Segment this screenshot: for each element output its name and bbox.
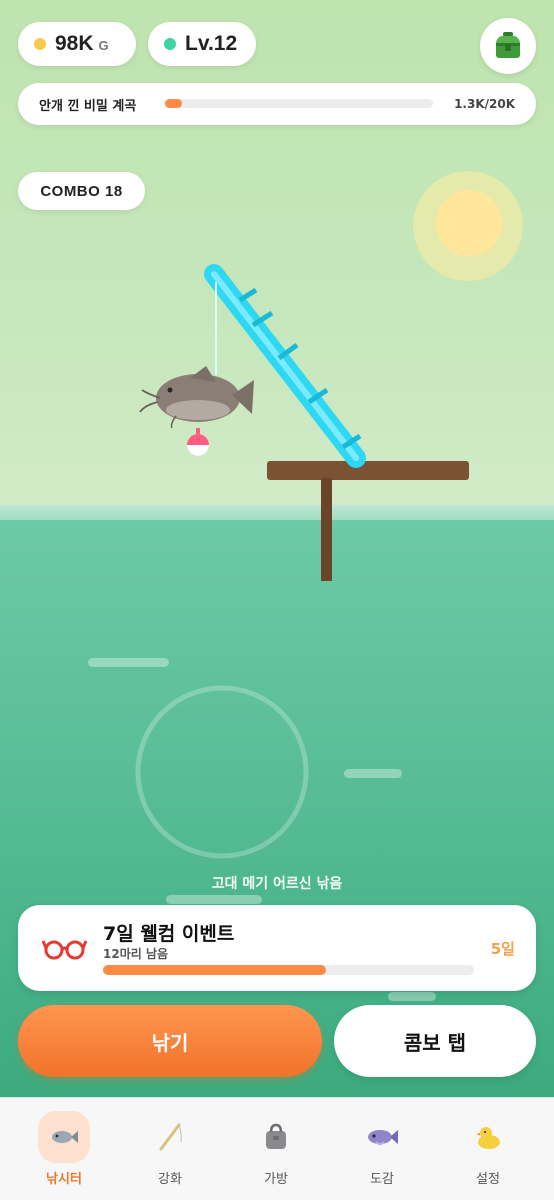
duck-icon — [476, 1127, 500, 1149]
fishing-rod-icon — [159, 1123, 182, 1151]
nav-label: 도감 — [370, 1172, 394, 1187]
event-progress-track — [103, 965, 474, 975]
encyclopedia-fish-icon — [368, 1130, 398, 1145]
water-ripple — [388, 992, 436, 1001]
event-progress-fill — [103, 965, 326, 975]
nav-item-encyclopedia[interactable]: 도감 — [327, 1098, 437, 1200]
nav-label: 낚시터 — [46, 1172, 82, 1187]
nav-label: 가방 — [264, 1172, 288, 1187]
event-subtitle: 12마리 남음 — [103, 947, 169, 961]
nav-item-bag[interactable]: 가방 — [221, 1098, 331, 1200]
nav-item-fishing-spot[interactable]: 낚시터 — [9, 1098, 119, 1200]
combo-tap-button[interactable]: 콤보 탭 — [334, 1005, 536, 1077]
nav-label: 설정 — [476, 1172, 500, 1187]
fish-button[interactable]: 낚기 — [18, 1005, 322, 1077]
cast-target-ring — [135, 685, 309, 859]
event-card[interactable]: 7일 웰컴 이벤트 12마리 남음 5일 — [18, 905, 536, 991]
event-days-left: 5일 — [490, 940, 515, 958]
event-title: 7일 웰컴 이벤트 — [103, 923, 235, 945]
bottom-nav: 낚시터 강화 가방 도감 설정 — [0, 1097, 554, 1200]
nav-item-upgrade[interactable]: 강화 — [115, 1098, 225, 1200]
nav-label: 강화 — [158, 1172, 182, 1187]
fish-icon — [52, 1131, 78, 1143]
nav-item-settings[interactable]: 설정 — [433, 1098, 543, 1200]
bag-icon — [266, 1123, 286, 1149]
red-glasses-icon — [42, 940, 88, 960]
catch-message: 고대 메기 어르신 낚음 — [211, 876, 343, 892]
